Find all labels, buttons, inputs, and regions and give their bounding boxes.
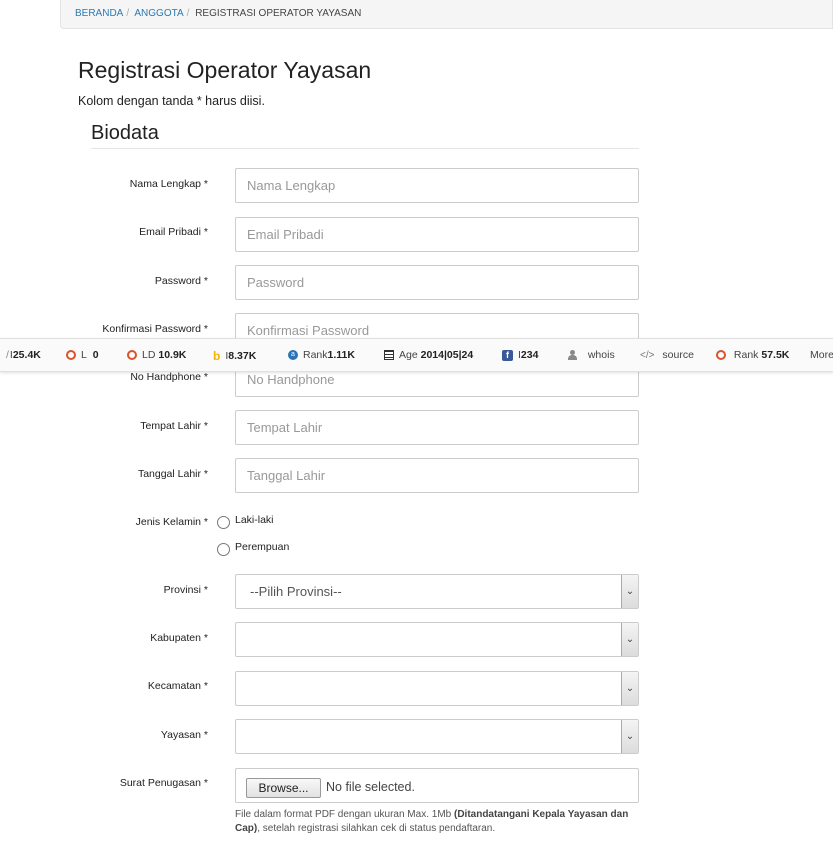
seo-item-index[interactable]: / I 25.4K xyxy=(6,349,41,361)
file-status: No file selected. xyxy=(326,780,415,794)
provinsi-label: Provinsi * xyxy=(163,584,208,596)
kabupaten-label: Kabupaten * xyxy=(150,632,208,644)
seo-item-source[interactable]: </> source xyxy=(640,349,694,361)
seo-value: 2014|05|24 xyxy=(420,349,474,361)
seo-item-whois[interactable]: whois xyxy=(568,349,615,361)
seo-value: 25.4K xyxy=(12,349,41,361)
tanggal-lahir-label: Tanggal Lahir * xyxy=(137,468,208,480)
handphone-label: No Handphone * xyxy=(130,371,208,383)
seo-item-bing-index[interactable]: b I 8.37K xyxy=(213,349,256,363)
chevron-down-icon[interactable]: ⌄ xyxy=(621,575,638,608)
nama-lengkap-input[interactable] xyxy=(235,168,639,203)
seo-item-linking-domains[interactable]: LD 10.9K xyxy=(127,349,186,361)
seo-label: Age xyxy=(399,349,418,361)
seo-item-rank[interactable]: Rank 57.5K xyxy=(716,349,789,361)
bar-icon: / xyxy=(6,349,9,361)
kecamatan-select[interactable]: ⌄ xyxy=(235,671,639,706)
seo-label: LD xyxy=(142,349,156,361)
breadcrumb-home-link[interactable]: BERANDA xyxy=(75,8,123,19)
tempat-lahir-input[interactable] xyxy=(235,410,639,445)
ring-icon xyxy=(66,350,76,360)
email-input[interactable] xyxy=(235,217,639,252)
breadcrumb-anggota-link[interactable]: ANGGOTA xyxy=(134,8,183,19)
yayasan-label: Yayasan * xyxy=(160,729,208,741)
seo-more-link[interactable]: More xyxy=(810,349,833,361)
seo-value: 10.9K xyxy=(158,349,187,361)
chevron-down-icon[interactable]: ⌄ xyxy=(621,623,638,656)
facebook-icon: f xyxy=(502,349,513,361)
code-icon: </> xyxy=(640,349,655,361)
help-text-post: , setelah registrasi silahkan cek di sta… xyxy=(257,823,496,834)
seo-item-links[interactable]: L 0 xyxy=(66,349,99,361)
radio-laki-laki[interactable]: Laki-laki xyxy=(217,510,274,529)
breadcrumb-separator: / xyxy=(126,8,130,19)
radio-label: Laki-laki xyxy=(235,513,274,526)
chevron-down-icon[interactable]: ⌄ xyxy=(621,720,638,753)
seo-toolbar: / I 25.4K L 0 LD 10.9K b I 8.37K a Rank 1.11K … xyxy=(0,338,833,372)
section-divider xyxy=(91,148,639,149)
radio-button[interactable] xyxy=(217,516,230,529)
user-icon xyxy=(568,350,577,360)
seo-label: Rank xyxy=(733,349,759,361)
browse-button[interactable]: Browse... xyxy=(246,778,321,798)
section-title-biodata: Biodata xyxy=(91,122,159,144)
seo-label: L xyxy=(81,349,87,361)
chevron-down-icon[interactable]: ⌄ xyxy=(621,672,638,705)
nama-label: Nama Lengkap * xyxy=(129,178,208,190)
seo-value: 1.11K xyxy=(327,349,355,361)
email-label: Email Pribadi * xyxy=(139,226,208,238)
yayasan-select[interactable]: ⌄ xyxy=(235,719,639,754)
bing-icon: b xyxy=(213,349,221,363)
ring-icon xyxy=(127,350,137,360)
surat-penugasan-label: Surat Penugasan * xyxy=(119,777,208,789)
seo-item-alexa-rank[interactable]: a Rank 1.11K xyxy=(288,349,355,361)
radio-perempuan[interactable]: Perempuan xyxy=(217,537,289,556)
seo-item-facebook[interactable]: f I 234 xyxy=(502,349,538,361)
provinsi-selected-value: --Pilih Provinsi-- xyxy=(250,584,342,599)
seo-label: Rank xyxy=(303,349,328,361)
seo-item-age[interactable]: Age 2014|05|24 xyxy=(384,349,473,361)
konfirmasi-password-label: Konfirmasi Password * xyxy=(102,323,208,335)
radio-button[interactable] xyxy=(217,543,230,556)
surat-penugasan-file-input[interactable]: Browse... No file selected. xyxy=(235,768,639,803)
kabupaten-select[interactable]: ⌄ xyxy=(235,622,639,657)
radio-label: Perempuan xyxy=(235,540,290,553)
password-input[interactable] xyxy=(235,265,639,300)
calendar-icon xyxy=(384,350,394,360)
breadcrumb-separator: / xyxy=(186,8,190,19)
ring-icon xyxy=(716,350,726,360)
seo-value: 57.5K xyxy=(761,349,790,361)
seo-label: source xyxy=(662,349,694,361)
file-help-text: File dalam format PDF dengan ukuran Max.… xyxy=(235,808,645,836)
jenis-kelamin-label: Jenis Kelamin * xyxy=(135,516,208,528)
seo-value: 234 xyxy=(520,349,539,361)
tanggal-lahir-input[interactable] xyxy=(235,458,639,493)
tempat-lahir-label: Tempat Lahir * xyxy=(140,420,208,432)
seo-value: 0 xyxy=(92,349,99,361)
seo-label: whois xyxy=(587,349,615,361)
required-note: Kolom dengan tanda * harus diisi. xyxy=(78,94,265,108)
breadcrumb: BERANDA / ANGGOTA / REGISTRASI OPERATOR YA… xyxy=(60,0,833,29)
seo-label: More xyxy=(810,349,833,361)
alexa-icon: a xyxy=(288,350,298,360)
breadcrumb-current: REGISTRASI OPERATOR YAYASAN xyxy=(195,8,362,19)
seo-value: 8.37K xyxy=(228,350,257,362)
password-label: Password * xyxy=(154,275,208,287)
provinsi-select[interactable]: --Pilih Provinsi-- ⌄ xyxy=(235,574,639,609)
help-text-pre: File dalam format PDF dengan ukuran Max.… xyxy=(235,809,454,820)
page-title: Registrasi Operator Yayasan xyxy=(78,57,372,83)
kecamatan-label: Kecamatan * xyxy=(147,680,208,692)
